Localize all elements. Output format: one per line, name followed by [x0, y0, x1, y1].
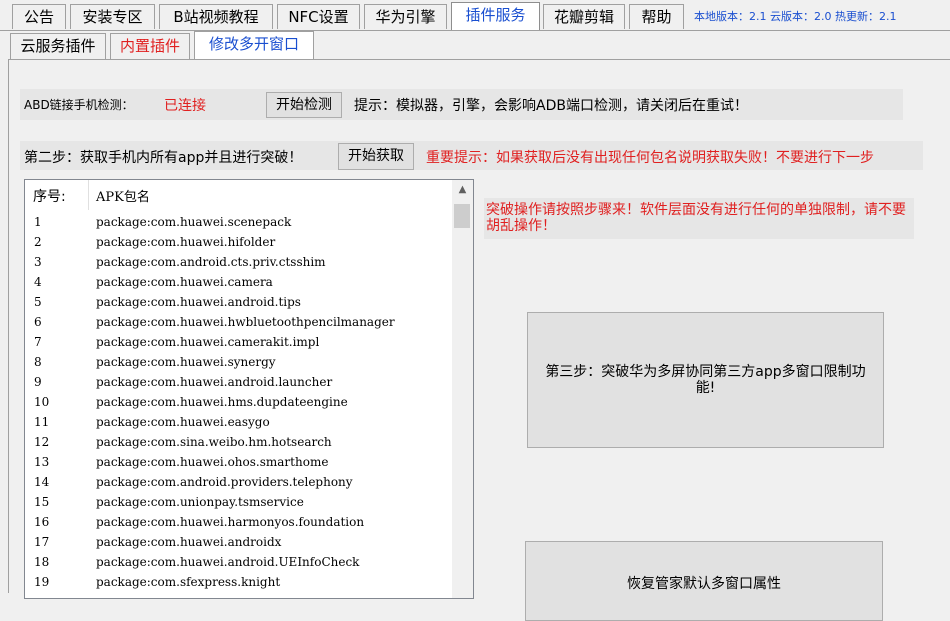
list-item-package: package:com.android.cts.priv.ctsshim [96, 255, 326, 269]
list-item[interactable]: 9 package:com.huawei.android.launcher [25, 372, 451, 392]
list-item[interactable]: 7 package:com.huawei.camerakit.impl [25, 332, 451, 352]
list-item-index: 19 [34, 575, 50, 589]
list-item[interactable]: 4 package:com.huawei.camera [25, 272, 451, 292]
list-item-index: 3 [34, 255, 42, 269]
tab-plugin-service[interactable]: 插件服务 [451, 2, 540, 30]
list-item[interactable]: 14 package:com.android.providers.telephon… [25, 472, 451, 492]
list-item[interactable]: 1 package:com.huawei.scenepack [25, 212, 451, 232]
tab-nfc-settings[interactable]: NFC设置 [277, 4, 360, 29]
list-item-package: package:com.huawei.android.launcher [96, 375, 333, 389]
list-item-package: package:com.huawei.easygo [96, 415, 270, 429]
list-item-package: package:com.unionpay.tsmservice [96, 495, 304, 509]
list-item-index: 10 [34, 395, 50, 409]
list-item-package: package:com.huawei.ohos.smarthome [96, 455, 329, 469]
restore-button-label: 恢复管家默认多窗口属性 [627, 576, 781, 592]
list-item-package: package:com.huawei.hms.dupdateengine [96, 395, 348, 409]
tab-divider [0, 30, 950, 31]
subtab-builtin-plugins[interactable]: 内置插件 [110, 33, 190, 59]
scroll-thumb[interactable] [454, 204, 470, 228]
start-fetch-button[interactable]: 开始获取 [338, 143, 414, 170]
list-item-index: 12 [34, 435, 50, 449]
list-item-index: 15 [34, 495, 50, 509]
tab-huawei-engine[interactable]: 华为引擎 [364, 4, 447, 29]
list-item[interactable]: 19 package:com.sfexpress.knight [25, 572, 451, 592]
list-item-package: package:com.sfexpress.knight [96, 575, 281, 589]
list-item-index: 8 [34, 355, 42, 369]
tab-bilibili-tutorial[interactable]: B站视频教程 [159, 4, 273, 29]
tab-help[interactable]: 帮助 [629, 4, 684, 29]
list-header-index: 序号: [33, 189, 66, 205]
list-item[interactable]: 16 package:com.huawei.harmonyos.foundatio… [25, 512, 451, 532]
list-item-package: package:com.huawei.android.tips [96, 295, 301, 309]
list-item[interactable]: 5 package:com.huawei.android.tips [25, 292, 451, 312]
list-item-package: package:com.huawei.hwbluetoothpencilmana… [96, 315, 395, 329]
step2-label: 第二步：获取手机内所有app并且进行突破！ [24, 150, 303, 166]
list-item-index: 7 [34, 335, 42, 349]
list-scrollbar[interactable]: ▲ [452, 180, 473, 598]
main-tabstrip: 公告 安装专区 B站视频教程 NFC设置 华为引擎 插件服务 花瓣剪辑 帮助 本… [0, 0, 950, 32]
list-item-package: package:com.huawei.hifolder [96, 235, 276, 249]
list-item[interactable]: 17 package:com.huawei.androidx [25, 532, 451, 552]
list-item-package: package:com.huawei.camera [96, 275, 273, 289]
package-list[interactable]: 序号: APK包名 1 package:com.huawei.scenepack 2… [24, 179, 474, 599]
adb-hint: 提示：模拟器，引擎，会影响ADB端口检测，请关闭后在重试！ [354, 98, 748, 114]
important-hint: 重要提示：如果获取后没有出现任何包名说明获取失败！不要进行下一步 [426, 150, 874, 166]
list-item-index: 14 [34, 475, 50, 489]
tab-huaban-edit[interactable]: 花瓣剪辑 [543, 4, 625, 29]
step3-button[interactable]: 第三步：突破华为多屏协同第三方app多窗口限制功能! [527, 312, 884, 448]
list-item-package: package:com.huawei.harmonyos.foundation [96, 515, 365, 529]
list-item-index: 1 [34, 215, 42, 229]
list-item[interactable]: 6 package:com.huawei.hwbluetoothpencilman… [25, 312, 451, 332]
list-rows: 1 package:com.huawei.scenepack 2 package:co… [25, 212, 451, 592]
list-item[interactable]: 2 package:com.huawei.hifolder [25, 232, 451, 252]
chevron-up-icon[interactable]: ▲ [452, 180, 473, 200]
list-item-package: package:com.huawei.scenepack [96, 215, 292, 229]
version-info: 本地版本：2.1 云版本：2.0 热更新：2.1 [694, 10, 897, 23]
list-header-package: APK包名 [96, 190, 150, 205]
list-item-package: package:com.sina.weibo.hm.hotsearch [96, 435, 332, 449]
list-item-package: package:com.huawei.synergy [96, 355, 276, 369]
list-item-index: 16 [34, 515, 50, 529]
subtab-cloud-plugins[interactable]: 云服务插件 [10, 33, 106, 59]
restore-default-button[interactable]: 恢复管家默认多窗口属性 [525, 541, 883, 621]
list-item-index: 2 [34, 235, 42, 249]
list-item-package: package:com.android.providers.telephony [96, 475, 353, 489]
list-item-index: 5 [34, 295, 42, 309]
adb-status: 已连接 [164, 98, 206, 114]
list-item-package: package:com.huawei.camerakit.impl [96, 335, 320, 349]
list-item[interactable]: 18 package:com.huawei.android.UEInfoCheck [25, 552, 451, 572]
list-item-package: package:com.huawei.androidx [96, 535, 282, 549]
list-header-separator [88, 180, 89, 210]
list-item[interactable]: 12 package:com.sina.weibo.hm.hotsearch [25, 432, 451, 452]
list-item-package: package:com.huawei.android.UEInfoCheck [96, 555, 360, 569]
list-item-index: 9 [34, 375, 42, 389]
list-item[interactable]: 8 package:com.huawei.synergy [25, 352, 451, 372]
list-item[interactable]: 3 package:com.android.cts.priv.ctsshim [25, 252, 451, 272]
panel-left-border [8, 59, 9, 593]
subtab-divider [8, 59, 950, 60]
list-item-index: 18 [34, 555, 50, 569]
warning-text: 突破操作请按照步骤来！软件层面没有进行任何的单独限制，请不要胡乱操作！ [486, 202, 906, 234]
list-item[interactable]: 15 package:com.unionpay.tsmservice [25, 492, 451, 512]
list-item[interactable]: 11 package:com.huawei.easygo [25, 412, 451, 432]
list-item-index: 6 [34, 315, 42, 329]
list-item[interactable]: 13 package:com.huawei.ohos.smarthome [25, 452, 451, 472]
list-item-index: 4 [34, 275, 42, 289]
list-item-index: 13 [34, 455, 50, 469]
list-item[interactable]: 10 package:com.huawei.hms.dupdateengine [25, 392, 451, 412]
adb-check-label: ABD链接手机检测： [24, 98, 134, 112]
list-item-index: 11 [34, 415, 50, 429]
subtab-modify-multiwindow[interactable]: 修改多开窗口 [194, 31, 314, 60]
step3-button-label: 第三步：突破华为多屏协同第三方app多窗口限制功能! [545, 364, 866, 396]
start-detect-button[interactable]: 开始检测 [266, 92, 342, 118]
tab-announcement[interactable]: 公告 [12, 4, 66, 29]
list-item-index: 17 [34, 535, 50, 549]
tab-install-zone[interactable]: 安装专区 [70, 4, 155, 29]
